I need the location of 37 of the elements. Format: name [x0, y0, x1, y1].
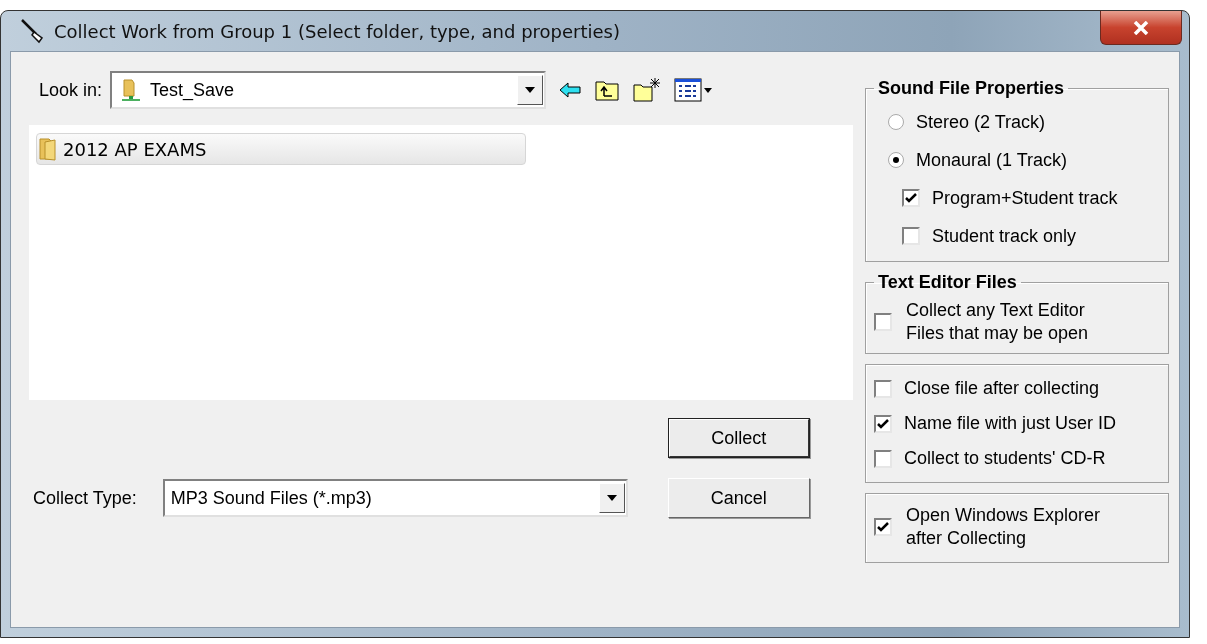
- checkbox-option[interactable]: Name file with just User ID: [874, 406, 1160, 441]
- radio-option[interactable]: Monaural (1 Track): [874, 141, 1160, 179]
- collect-type-label: Collect Type:: [33, 487, 137, 509]
- checkbox-option[interactable]: Student track only: [874, 217, 1160, 255]
- checkbox-option[interactable]: Open Windows Explorer after Collecting: [874, 502, 1160, 552]
- group-title: Sound File Properties: [877, 78, 1066, 99]
- look-in-dropdown[interactable]: Test_Save: [110, 71, 547, 109]
- look-in-label: Look in:: [39, 79, 103, 101]
- radio-button[interactable]: [888, 114, 904, 130]
- checkbox-option[interactable]: Program+Student track: [874, 179, 1160, 217]
- checkbox[interactable]: [902, 189, 920, 207]
- checkbox-option[interactable]: Close file after collecting: [874, 371, 1160, 406]
- checkbox-option[interactable]: Collect to students' CD-R: [874, 441, 1160, 476]
- collect-type-dropdown[interactable]: MP3 Sound Files (*.mp3): [162, 479, 628, 517]
- close-button[interactable]: [1100, 11, 1182, 45]
- radio-button[interactable]: [888, 152, 904, 168]
- view-menu-icon[interactable]: [674, 78, 715, 102]
- back-arrow-icon[interactable]: [558, 80, 583, 100]
- window-title: Collect Work from Group 1 (Select folder, type, and properties): [54, 20, 622, 42]
- collect-button[interactable]: Collect: [667, 418, 810, 458]
- checkbox[interactable]: [874, 313, 892, 331]
- up-folder-icon[interactable]: [594, 78, 621, 102]
- cancel-button[interactable]: Cancel: [667, 478, 810, 518]
- group-title: Text Editor Files: [877, 272, 1018, 293]
- folder-item[interactable]: 2012 AP EXAMS: [36, 133, 526, 165]
- checkbox[interactable]: [902, 227, 920, 245]
- radio-option[interactable]: Stereo (2 Track): [874, 103, 1160, 141]
- checkbox[interactable]: [874, 414, 892, 433]
- network-folder-icon: [120, 78, 143, 102]
- new-folder-icon[interactable]: [632, 77, 663, 103]
- pen-icon: [20, 18, 46, 44]
- folder-icon: [39, 137, 57, 161]
- checkbox[interactable]: [874, 449, 892, 468]
- checkbox[interactable]: [874, 379, 892, 398]
- checkbox[interactable]: [874, 518, 892, 536]
- checkbox-option[interactable]: Collect any Text Editor Files that may be open: [874, 297, 1160, 347]
- close-icon: [1133, 20, 1149, 35]
